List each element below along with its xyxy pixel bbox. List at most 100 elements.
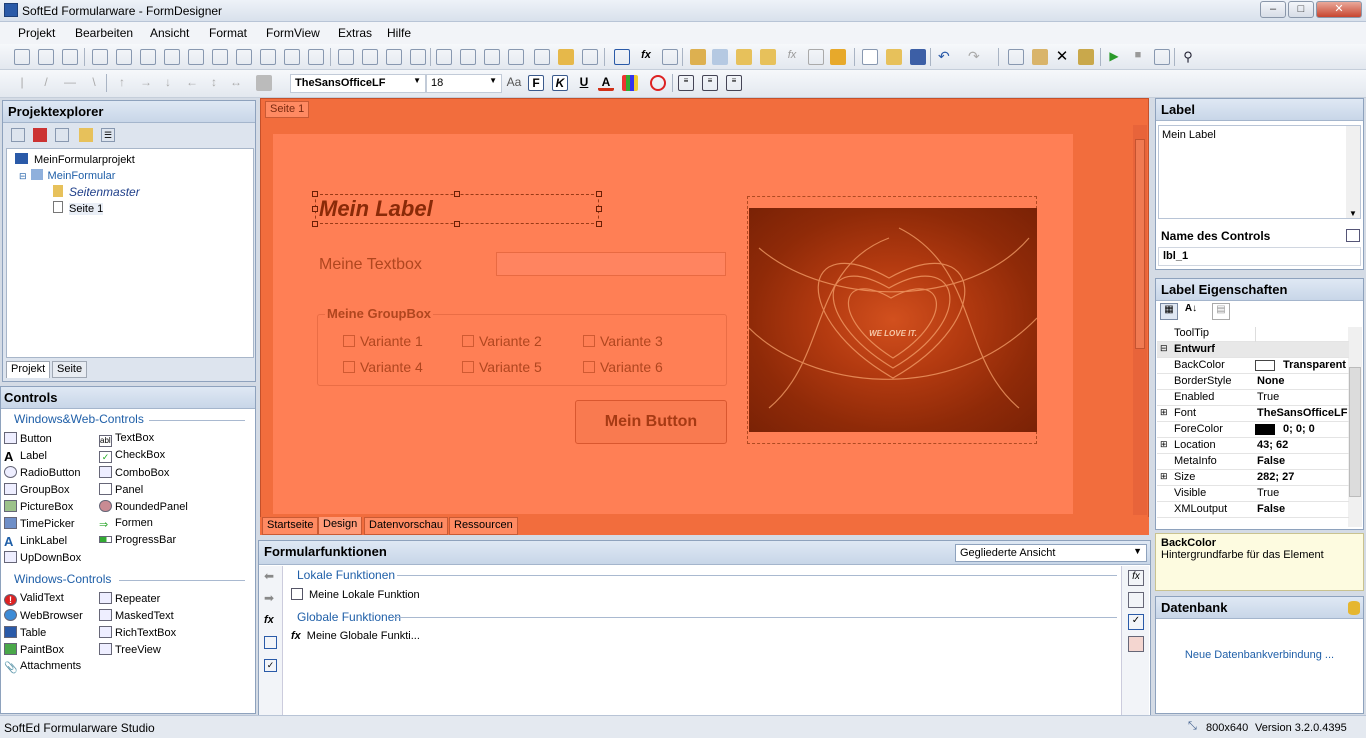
- menu-format[interactable]: Format: [209, 26, 247, 40]
- align-bottom-icon[interactable]: [140, 49, 156, 65]
- align-top-icon[interactable]: [92, 49, 108, 65]
- line-v-icon[interactable]: |: [14, 75, 30, 91]
- arrow-up-icon[interactable]: ↑: [114, 75, 130, 91]
- group-icon[interactable]: [534, 49, 550, 65]
- menu-projekt[interactable]: Projekt: [18, 26, 55, 40]
- align-center-icon[interactable]: [38, 49, 54, 65]
- brush-icon[interactable]: [1078, 49, 1094, 65]
- prop-row-size[interactable]: ⊞ Size 282; 27: [1157, 470, 1349, 486]
- run-icon[interactable]: ▶: [1106, 49, 1122, 65]
- properties-icon[interactable]: [79, 128, 93, 142]
- bold-button[interactable]: F: [528, 75, 544, 91]
- control-progressbar[interactable]: ProgressBar: [99, 534, 176, 546]
- label-text-field[interactable]: Mein Label ▼: [1158, 125, 1361, 219]
- resize-handle[interactable]: [312, 191, 318, 197]
- control-formen[interactable]: ⇒ Formen: [99, 517, 153, 531]
- arrow-down-icon[interactable]: ↓: [160, 75, 176, 91]
- function-icon[interactable]: fx: [264, 614, 274, 626]
- control-validtext[interactable]: ! ValidText: [4, 592, 64, 606]
- folder-b-icon[interactable]: [760, 49, 776, 65]
- delete-function-icon[interactable]: [1128, 636, 1144, 652]
- prop-row-xmloutput[interactable]: XMLoutput False: [1157, 502, 1349, 518]
- design-button[interactable]: Mein Button: [575, 400, 727, 444]
- function-edit-icon[interactable]: [264, 636, 277, 649]
- tab-order-icon[interactable]: [582, 49, 598, 65]
- text-center-icon[interactable]: ≡: [702, 75, 718, 91]
- global-function-item[interactable]: fx Meine Globale Funkti...: [291, 630, 420, 642]
- copy-icon[interactable]: [1008, 49, 1024, 65]
- tree-item-master[interactable]: Seitenmaster: [53, 185, 140, 199]
- save-icon[interactable]: [910, 49, 926, 65]
- open-icon[interactable]: [886, 49, 902, 65]
- tab-projekt[interactable]: Projekt: [6, 361, 51, 378]
- size-select[interactable]: 18 ▼: [426, 74, 502, 93]
- arrow-left-icon[interactable]: ←: [184, 75, 200, 91]
- categorized-icon[interactable]: ▦: [1160, 303, 1178, 320]
- copy-name-icon[interactable]: [1346, 229, 1360, 242]
- resize-handle[interactable]: [312, 221, 318, 227]
- prop-row-metainfo[interactable]: MetaInfo False: [1157, 454, 1349, 470]
- sort-az-icon[interactable]: A↓: [1182, 303, 1200, 320]
- control-webbrowser[interactable]: WebBrowser: [4, 609, 83, 622]
- vspace-icon[interactable]: [338, 49, 354, 65]
- text-right-icon[interactable]: ≡: [726, 75, 742, 91]
- vspace-dec-icon[interactable]: [386, 49, 402, 65]
- new-page-icon[interactable]: [11, 128, 25, 142]
- line-d2-icon[interactable]: \: [86, 75, 102, 91]
- arrow-v-icon[interactable]: ↕: [206, 75, 222, 91]
- bring-front-icon[interactable]: [484, 49, 500, 65]
- hspace-dec-icon[interactable]: [284, 49, 300, 65]
- property-pages-icon[interactable]: ▤: [1212, 303, 1230, 320]
- align-middle-icon[interactable]: [116, 49, 132, 65]
- resize-handle[interactable]: [596, 221, 602, 227]
- same-height-icon[interactable]: [188, 49, 204, 65]
- menu-hilfe[interactable]: Hilfe: [387, 26, 411, 40]
- prop-row-location[interactable]: ⊞ Location 43; 62: [1157, 438, 1349, 454]
- italic-button[interactable]: K: [552, 75, 568, 91]
- hspace-inc-icon[interactable]: [260, 49, 276, 65]
- fill-icon[interactable]: [256, 75, 272, 91]
- option-variante-4[interactable]: Variante 4: [343, 359, 423, 375]
- option-variante-5[interactable]: Variante 5: [462, 359, 542, 375]
- network-icon[interactable]: [712, 49, 728, 65]
- text-scrollbar[interactable]: ▼: [1346, 126, 1360, 218]
- function-edit-icon[interactable]: [662, 49, 678, 65]
- prop-row-visible[interactable]: Visible True: [1157, 486, 1349, 502]
- checkbox-icon[interactable]: [614, 49, 630, 65]
- properties-scrollbar[interactable]: [1348, 327, 1362, 527]
- underline-button[interactable]: U: [576, 75, 592, 91]
- design-label[interactable]: Mein Label: [319, 196, 433, 222]
- control-picturebox[interactable]: PictureBox: [4, 500, 73, 513]
- line-d-icon[interactable]: /: [38, 75, 54, 91]
- folder-a-icon[interactable]: [736, 49, 752, 65]
- prop-category-entwurf[interactable]: ⊟ Entwurf: [1157, 342, 1349, 358]
- resize-handle[interactable]: [454, 221, 460, 227]
- checklist-icon[interactable]: ✓: [264, 659, 277, 672]
- tab-seite[interactable]: Seite: [52, 361, 88, 378]
- arrow-h-icon[interactable]: ↔: [228, 75, 244, 91]
- tree-item-page[interactable]: Seite 1: [53, 201, 104, 215]
- arrow-right-icon[interactable]: →: [138, 75, 154, 91]
- option-variante-2[interactable]: Variante 2: [462, 333, 542, 349]
- control-treeview[interactable]: TreeView: [99, 643, 161, 656]
- vspace-remove-icon[interactable]: [410, 49, 426, 65]
- control-textbox[interactable]: abl TextBox: [99, 432, 154, 447]
- control-radiobutton[interactable]: RadioButton: [4, 466, 81, 479]
- control-combobox[interactable]: ComboBox: [99, 466, 169, 479]
- center-h-icon[interactable]: [436, 49, 452, 65]
- control-repeater[interactable]: Repeater: [99, 592, 160, 605]
- menu-bearbeiten[interactable]: Bearbeiten: [75, 26, 133, 40]
- prop-row-enabled[interactable]: Enabled True: [1157, 390, 1349, 406]
- undo-icon[interactable]: ↶: [938, 49, 954, 65]
- paste-icon[interactable]: [1032, 49, 1048, 65]
- align-right-icon[interactable]: [62, 49, 78, 65]
- control-timepicker[interactable]: TimePicker: [4, 517, 75, 530]
- control-roundedpanel[interactable]: RoundedPanel: [99, 500, 188, 513]
- resize-handle[interactable]: [312, 206, 318, 212]
- palette-icon[interactable]: [622, 75, 638, 91]
- design-textbox[interactable]: [496, 252, 726, 276]
- text-left-icon[interactable]: ≡: [678, 75, 694, 91]
- control-richtextbox[interactable]: RichTextBox: [99, 626, 176, 639]
- same-width-icon[interactable]: [164, 49, 180, 65]
- prop-row-borderstyle[interactable]: BorderStyle None: [1157, 374, 1349, 390]
